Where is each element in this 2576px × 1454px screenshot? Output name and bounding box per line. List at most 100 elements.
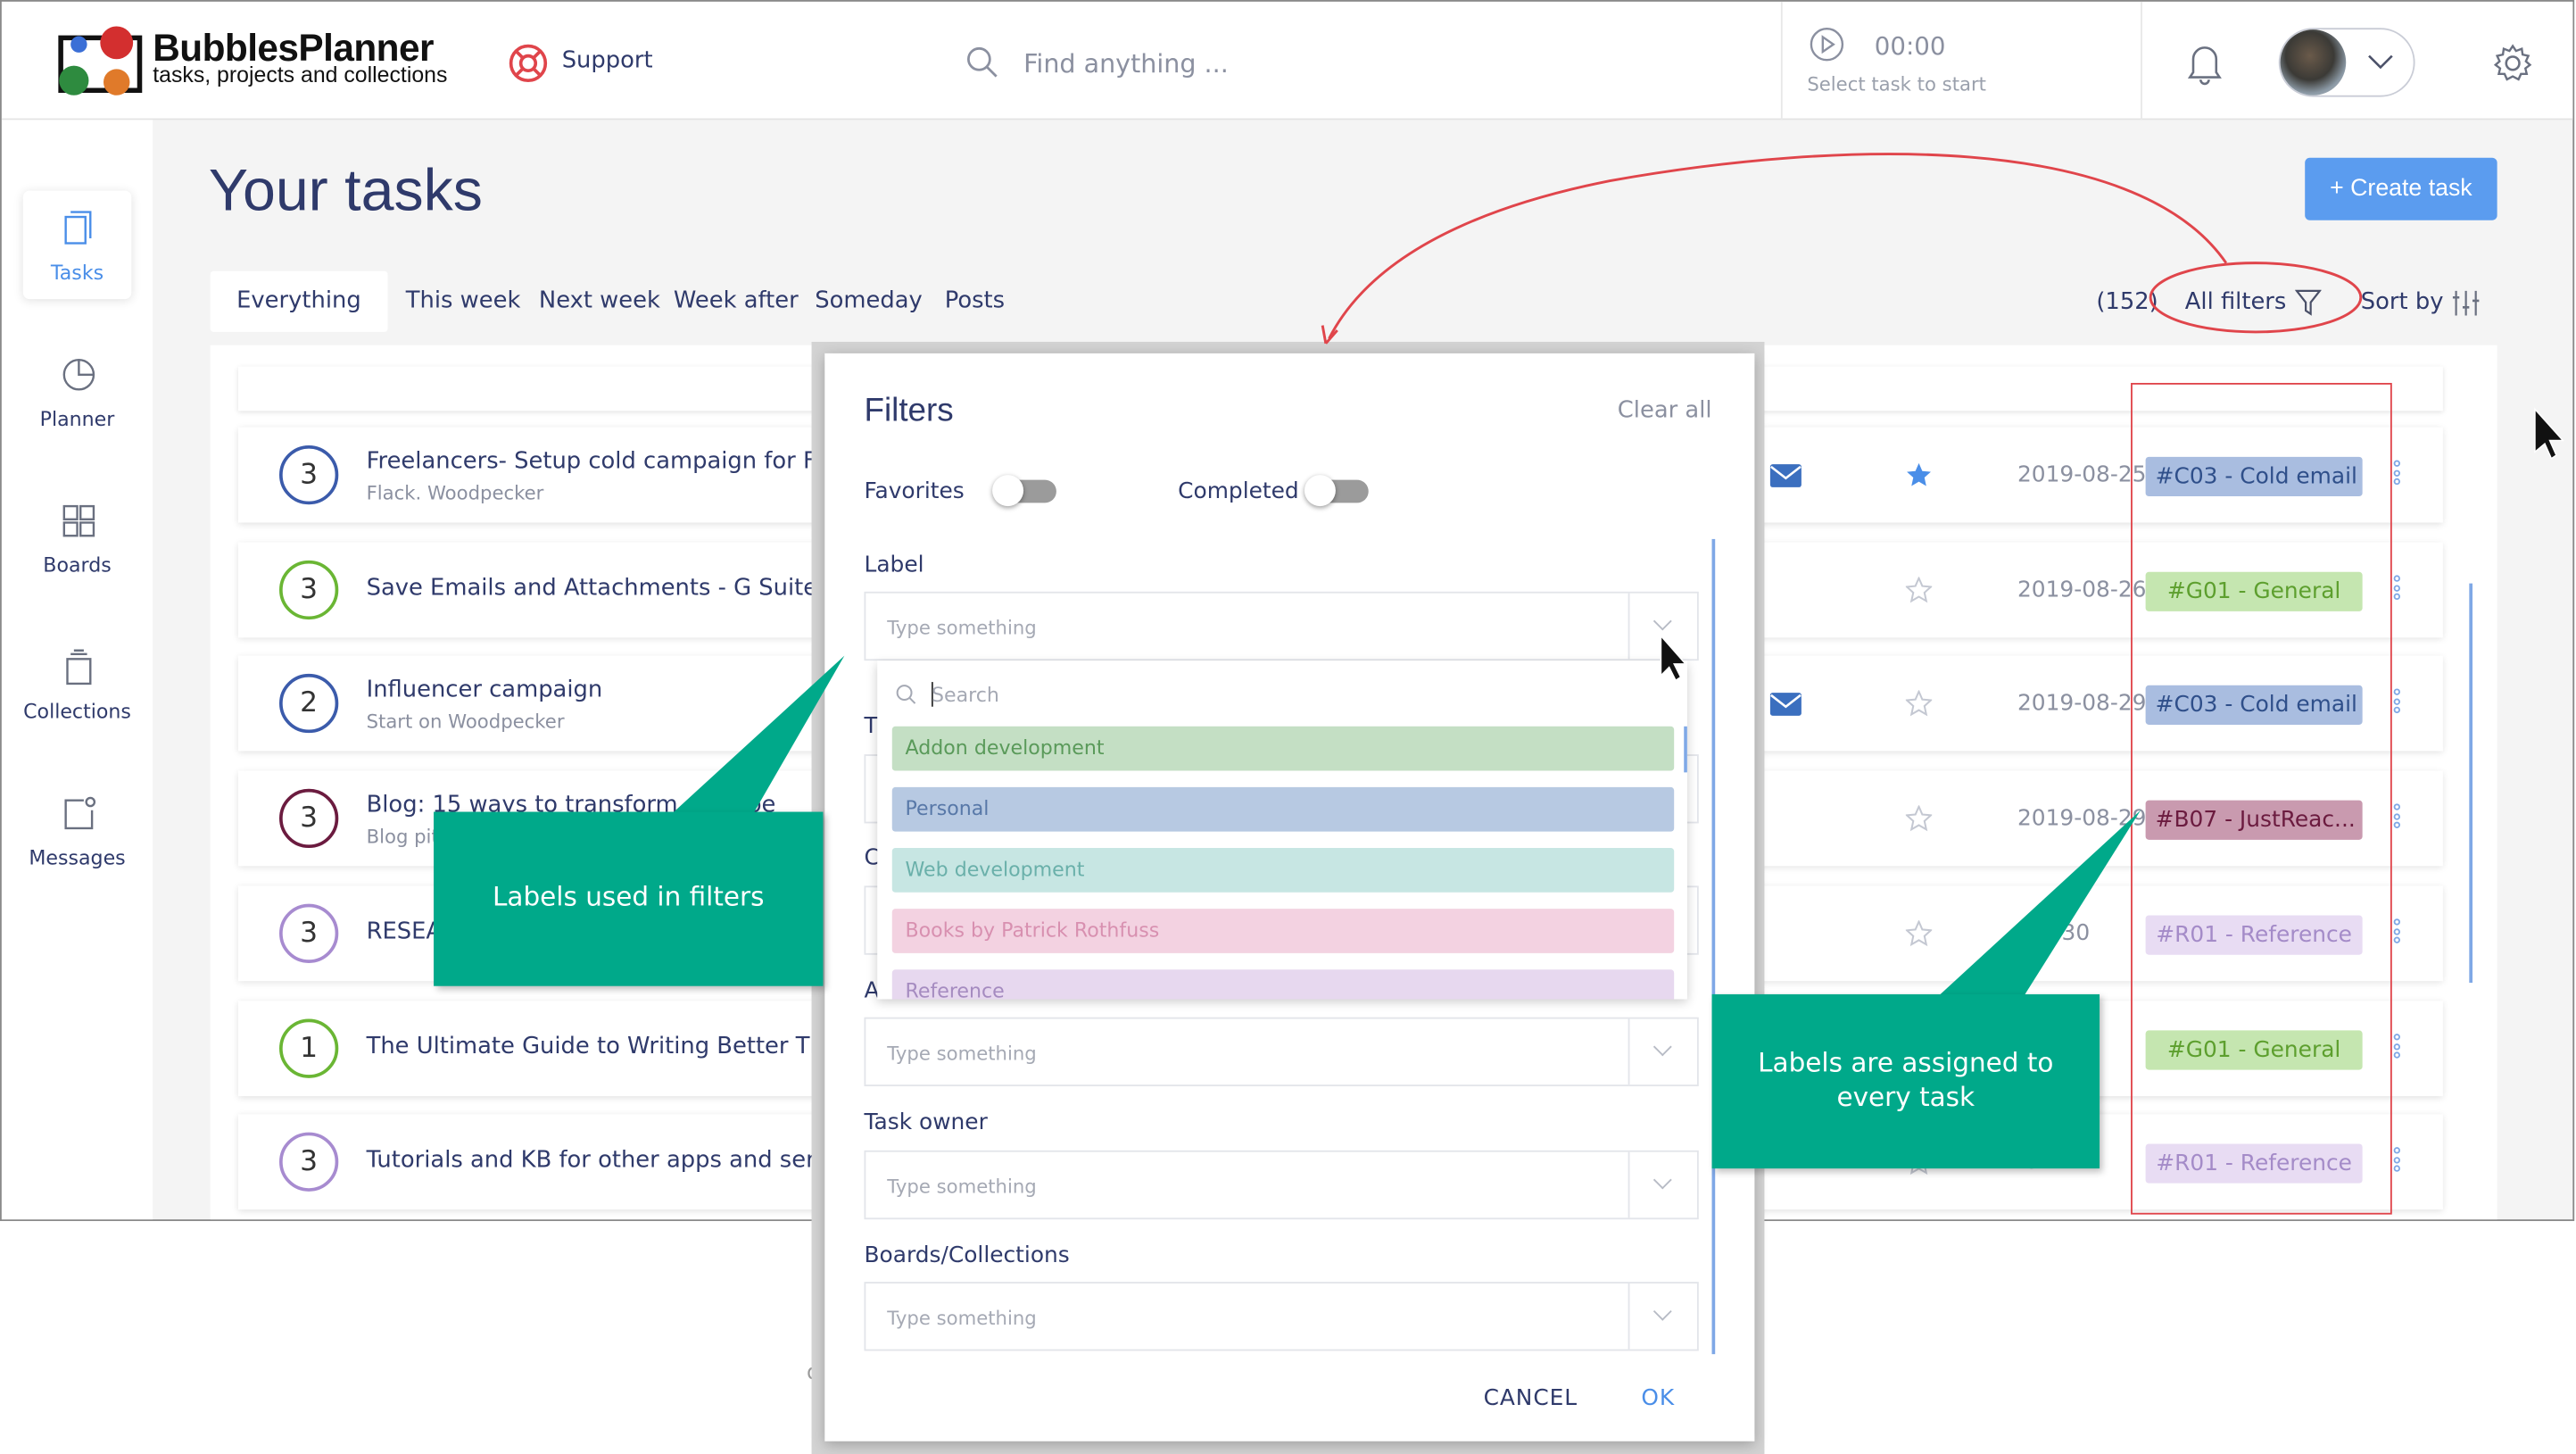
task-due-date: 2019-08-26 [2017, 577, 2147, 603]
callout-labels-assigned: Labels are assigned to every task [1711, 993, 2100, 1169]
sidebar-item-label: Planner [39, 407, 115, 431]
sidebar-item-tasks[interactable]: Tasks [22, 190, 132, 300]
sidebar-item-label: Collections [23, 700, 131, 724]
search-icon [896, 685, 916, 704]
label-option[interactable]: Web development [891, 848, 1675, 893]
label-option[interactable]: Personal [891, 786, 1675, 832]
label-filter-select[interactable]: Type something [864, 591, 1699, 661]
sidebar-item-messages[interactable]: Messages [23, 776, 132, 885]
all-filters-button[interactable]: All filters [2185, 289, 2287, 315]
task-count: (152) [2096, 289, 2158, 316]
search-icon [967, 46, 998, 78]
more-options-icon[interactable] [2393, 688, 2404, 715]
task-due-date: 2019-08-29 [2017, 690, 2147, 717]
email-icon[interactable] [1769, 692, 1802, 717]
task-subtitle: Flack. Woodpecker [366, 481, 544, 505]
top-bar: BubblesPlanner tasks, projects and colle… [1, 1, 2573, 120]
sidebar-item-planner[interactable]: Planner [23, 336, 132, 445]
email-icon[interactable] [1769, 463, 1802, 488]
play-icon[interactable] [1809, 26, 1845, 62]
global-search-input[interactable]: Find anything ... [1023, 49, 1229, 79]
sort-sliders-icon[interactable] [2451, 289, 2481, 317]
bubblesplanner-logo[interactable] [51, 25, 143, 101]
chevron-down-icon[interactable] [1628, 1018, 1697, 1085]
sidebar: Tasks Planner Boards Collections Message… [1, 120, 153, 1220]
task-due-date: 2019-08-29 [2017, 805, 2147, 832]
more-options-icon[interactable] [2393, 460, 2404, 487]
tab-someday[interactable]: Someday [815, 271, 923, 332]
more-options-icon[interactable] [2393, 1147, 2404, 1174]
task-title[interactable]: Freelancers- Setup cold campaign for Fre… [367, 449, 852, 475]
more-options-icon[interactable] [2393, 1034, 2404, 1060]
select-placeholder: Type something [887, 1175, 1037, 1199]
priority-circle: 1 [279, 1018, 339, 1078]
star-outline-icon[interactable] [1905, 577, 1933, 603]
task-title[interactable]: Influencer campaign [367, 677, 603, 703]
label-option[interactable]: Books by Patrick Rothfuss [891, 909, 1675, 953]
more-options-icon[interactable] [2393, 803, 2404, 830]
filters-title: Filters [864, 393, 954, 429]
priority-circle: 3 [279, 788, 339, 849]
label-filter-heading: Label [864, 552, 924, 579]
ok-button[interactable]: OK [1641, 1385, 1675, 1411]
boards-collections-select[interactable]: Type something [864, 1282, 1699, 1351]
sort-by-button[interactable]: Sort by [2361, 289, 2444, 315]
completed-label: Completed [1178, 478, 1299, 505]
cancel-button[interactable]: CANCEL [1484, 1385, 1578, 1411]
app-tagline: tasks, projects and collections [153, 62, 448, 87]
task-title[interactable]: Save Emails and Attachments - G Suite Ma [367, 575, 859, 601]
filter-select-a[interactable]: Type something [864, 1017, 1699, 1087]
label-option[interactable]: Reference [891, 969, 1675, 1000]
tab-everything[interactable]: Everything [210, 270, 388, 332]
tab-next-week[interactable]: Next week [539, 271, 660, 332]
callout-labels-used-in-filters: Labels used in filters [434, 811, 824, 986]
select-placeholder: Type something [887, 616, 1037, 640]
timer-time: 00:00 [1874, 30, 1946, 62]
task-owner-select[interactable]: Type something [864, 1150, 1699, 1220]
favorites-label: Favorites [864, 478, 965, 505]
sidebar-item-collections[interactable]: Collections [23, 629, 132, 738]
user-avatar[interactable] [2280, 29, 2347, 96]
chevron-down-icon[interactable] [1628, 1151, 1697, 1218]
callout-text: Labels are assigned to every task [1758, 1046, 2054, 1113]
tasks-icon [64, 211, 92, 245]
chevron-down-icon[interactable] [1628, 593, 1697, 660]
more-options-icon[interactable] [2393, 575, 2404, 602]
boards-icon [62, 504, 95, 537]
task-title[interactable]: The Ultimate Guide to Writing Better Tha… [367, 1034, 853, 1059]
favorites-toggle[interactable] [992, 475, 1056, 507]
star-outline-icon[interactable] [1905, 920, 1933, 947]
chevron-down-icon[interactable] [1628, 1283, 1697, 1350]
star-outline-icon[interactable] [1905, 805, 1933, 832]
more-options-icon[interactable] [2393, 918, 2404, 945]
tab-week-after[interactable]: Week after [674, 271, 799, 332]
label-search-input[interactable]: Search [932, 684, 999, 707]
tab-this-week[interactable]: This week [406, 271, 521, 332]
boards-collections-heading: Boards/Collections [864, 1242, 1070, 1269]
task-subtitle: Blog pit [366, 825, 439, 849]
label-option[interactable]: Addon development [891, 726, 1675, 771]
planner-icon [62, 359, 95, 391]
star-filled-icon[interactable] [1906, 461, 1932, 487]
completed-toggle[interactable] [1304, 475, 1369, 507]
create-task-button[interactable]: + Create task [2305, 157, 2497, 220]
chevron-down-icon[interactable] [2367, 53, 2393, 72]
list-scrollbar[interactable] [2469, 583, 2473, 984]
priority-circle: 3 [279, 903, 339, 963]
task-subtitle: Start on Woodpecker [366, 710, 565, 734]
bell-icon[interactable] [2182, 39, 2228, 86]
task-owner-heading: Task owner [864, 1109, 988, 1136]
dialog-scrollbar[interactable] [1711, 538, 1716, 1355]
star-outline-icon[interactable] [1905, 690, 1933, 717]
tab-posts[interactable]: Posts [945, 271, 1005, 332]
sidebar-item-boards[interactable]: Boards [23, 483, 132, 592]
dropdown-scrollbar[interactable] [1684, 726, 1687, 773]
task-due-date: 2019-08-25 [2017, 461, 2147, 488]
support-link[interactable]: Support [562, 47, 653, 73]
clear-all-button[interactable]: Clear all [1618, 398, 1712, 424]
support-lifebuoy-icon[interactable] [508, 43, 549, 84]
filter-icon[interactable] [2295, 289, 2322, 317]
task-title[interactable]: Tutorials and KB for other apps and serv… [367, 1147, 849, 1173]
gear-icon[interactable] [2492, 43, 2533, 84]
filter-heading-partial: T [864, 713, 878, 740]
